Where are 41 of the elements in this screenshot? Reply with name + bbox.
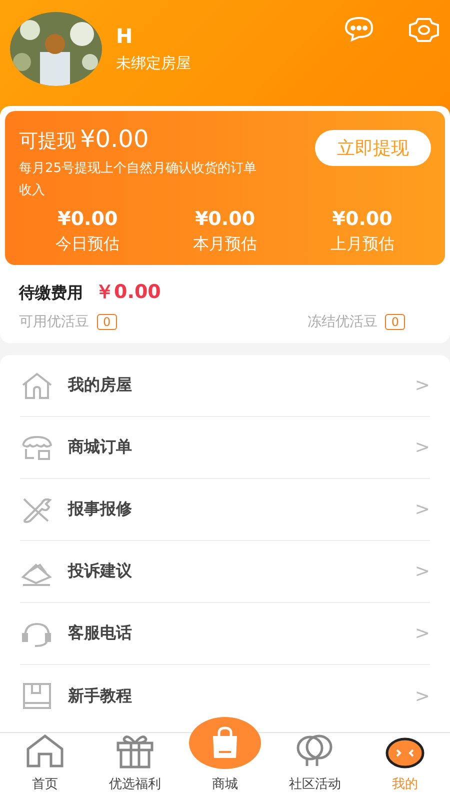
- chevron-icon: >: [414, 623, 430, 644]
- settings-icon[interactable]: [408, 16, 440, 44]
- estimate-amount: ¥0.00: [58, 208, 118, 230]
- tab-label[interactable]: 商城: [212, 775, 238, 793]
- menu-item[interactable]: 商城订单: [68, 437, 415, 458]
- chevron-icon: >: [414, 499, 430, 520]
- estimate-label: 今日预估: [56, 234, 120, 255]
- beans-label: 冻结优活豆: [307, 313, 378, 331]
- chevron-icon: >: [414, 686, 430, 706]
- smiley-face-icon: [385, 737, 425, 769]
- chevron-icon: >: [414, 375, 430, 396]
- tab-label[interactable]: 社区活动: [289, 775, 341, 793]
- book-icon: [20, 681, 54, 711]
- estimate-label: 本月预估: [192, 234, 257, 255]
- withdrawable-label: 可提现: [19, 129, 76, 154]
- gift-icon: [115, 733, 155, 769]
- message-icon[interactable]: [344, 16, 374, 42]
- tab-label[interactable]: 优选福利: [109, 775, 161, 793]
- house-binding-status: 未绑定房屋: [116, 54, 192, 73]
- pending-fees-amount: ￥0.00: [95, 280, 161, 305]
- estimate-amount: ¥0.00: [332, 208, 392, 230]
- tab-label[interactable]: 首页: [32, 775, 58, 793]
- beans-label: 可用优活豆: [19, 313, 89, 331]
- menu-item[interactable]: 投诉建议: [68, 561, 415, 582]
- estimate-amount: ¥0.00: [194, 208, 256, 230]
- beans-count: 0: [385, 314, 405, 330]
- chevron-icon: >: [414, 561, 430, 582]
- withdraw-note: 每月25号提现上个自然月确认收货的订单收入: [19, 160, 258, 200]
- user-name: H: [116, 24, 134, 48]
- beans-count: 0: [97, 314, 117, 330]
- withdrawable-amount: ¥0.00: [80, 125, 149, 153]
- estimate-label: 上月预估: [330, 234, 394, 255]
- menu-item[interactable]: 新手教程: [68, 686, 415, 706]
- speech-bubbles-icon: [295, 733, 335, 769]
- chevron-icon: >: [414, 437, 430, 458]
- pending-fees-label: 待缴费用: [19, 283, 83, 304]
- house-icon: [20, 370, 54, 400]
- home-icon: [25, 733, 65, 769]
- menu-item[interactable]: 我的房屋: [68, 375, 415, 396]
- menu-item[interactable]: 客服电话: [68, 623, 415, 644]
- menu-item[interactable]: 报事报修: [68, 499, 415, 520]
